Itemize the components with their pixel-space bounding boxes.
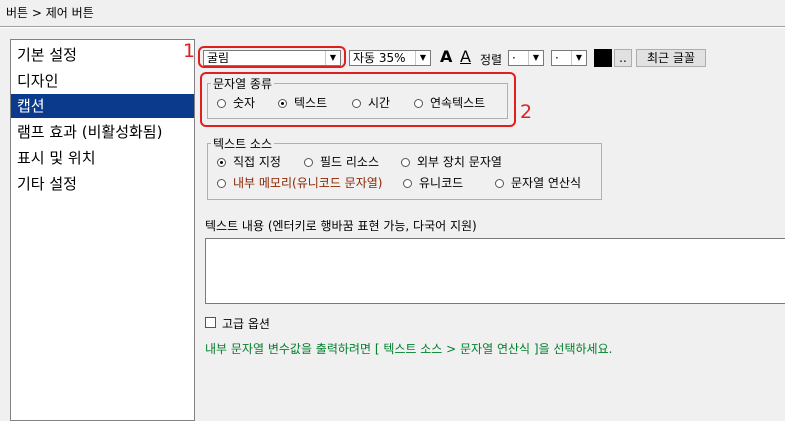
sidebar-item-caption[interactable]: 캡션 [11,94,194,118]
radio-label: 숫자 [233,96,256,110]
divider-highlight [0,27,785,28]
size-select-value: 자동 35% [353,51,406,65]
radio-number[interactable]: 숫자 [217,96,255,110]
size-select[interactable]: 자동 35% ▼ [349,50,431,66]
text-content-label: 텍스트 내용 (엔터키로 행바꿈 표현 가능, 다국어 지원) [205,219,477,233]
color-picker-button[interactable]: .. [614,49,632,67]
text-source-legend: 텍스트 소스 [211,135,275,152]
text-content-input[interactable] [205,238,785,304]
align-label: 정렬 [480,53,503,67]
sidebar-item-design[interactable]: 디자인 [11,69,194,93]
radio-field-resource[interactable]: 필드 리소스 [304,155,379,169]
align-vertical-value: · [555,51,559,65]
font-select[interactable]: 굴림 ▼ [203,50,341,66]
radio-icon [217,99,226,108]
radio-icon [414,99,423,108]
bold-button[interactable]: A [440,47,452,66]
hint-text: 내부 문자열 변수값을 출력하려면 [ 텍스트 소스 > 문자열 연산식 ]을 … [205,342,613,356]
font-color-swatch[interactable] [594,49,612,67]
radio-label: 시간 [368,96,391,110]
align-vertical-select[interactable]: · ▼ [551,50,587,66]
chevron-down-icon: ▼ [415,51,430,65]
radio-external-device[interactable]: 외부 장치 문자열 [401,155,502,169]
breadcrumb: 버튼 > 제어 버튼 [6,6,94,20]
radio-selected-icon [217,158,226,167]
chevron-down-icon: ▼ [325,51,340,65]
radio-label: 문자열 연산식 [511,176,582,190]
sidebar-item-other-settings[interactable]: 기타 설정 [11,172,194,196]
radio-icon [495,179,504,188]
underline-button[interactable]: A [460,47,471,66]
align-horizontal-value: · [512,51,516,65]
radio-unicode[interactable]: 유니코드 [403,176,463,190]
radio-selected-icon [278,99,287,108]
radio-icon [352,99,361,108]
radio-label: 텍스트 [294,96,328,110]
radio-label: 직접 지정 [233,155,281,169]
sidebar: 기본 설정 디자인 캡션 램프 효과 (비활성화됨) 표시 및 위치 기타 설정 [10,39,195,421]
string-type-legend: 문자열 종류 [211,75,275,92]
radio-direct[interactable]: 직접 지정 [217,155,281,169]
annotation-number-1: 1 [183,40,196,62]
radio-icon [401,158,410,167]
radio-label: 유니코드 [419,176,464,190]
advanced-option-label: 고급 옵션 [222,317,270,331]
radio-label: 연속텍스트 [430,96,486,110]
sidebar-item-lamp-effect[interactable]: 램프 효과 (비활성화됨) [11,120,194,144]
radio-text[interactable]: 텍스트 [278,96,327,110]
align-horizontal-select[interactable]: · ▼ [508,50,544,66]
annotation-number-2: 2 [520,101,533,123]
radio-label: 필드 리소스 [320,155,380,169]
advanced-option-checkbox[interactable] [205,317,216,328]
sidebar-item-display-position[interactable]: 표시 및 위치 [11,146,194,170]
recent-font-button[interactable]: 최근 글꼴 [636,49,706,67]
radio-string-expression[interactable]: 문자열 연산식 [495,176,581,190]
radio-time[interactable]: 시간 [352,96,390,110]
radio-internal-memory[interactable]: 내부 메모리(유니코드 문자열) [217,176,382,190]
sidebar-item-basic-settings[interactable]: 기본 설정 [11,43,194,67]
radio-icon [304,158,313,167]
chevron-down-icon: ▼ [571,51,586,65]
radio-continuous-text[interactable]: 연속텍스트 [414,96,485,110]
radio-label: 내부 메모리(유니코드 문자열) [233,176,383,190]
radio-icon [403,179,412,188]
chevron-down-icon: ▼ [528,51,543,65]
radio-icon [217,179,226,188]
font-select-value: 굴림 [207,51,230,65]
radio-label: 외부 장치 문자열 [417,155,502,169]
